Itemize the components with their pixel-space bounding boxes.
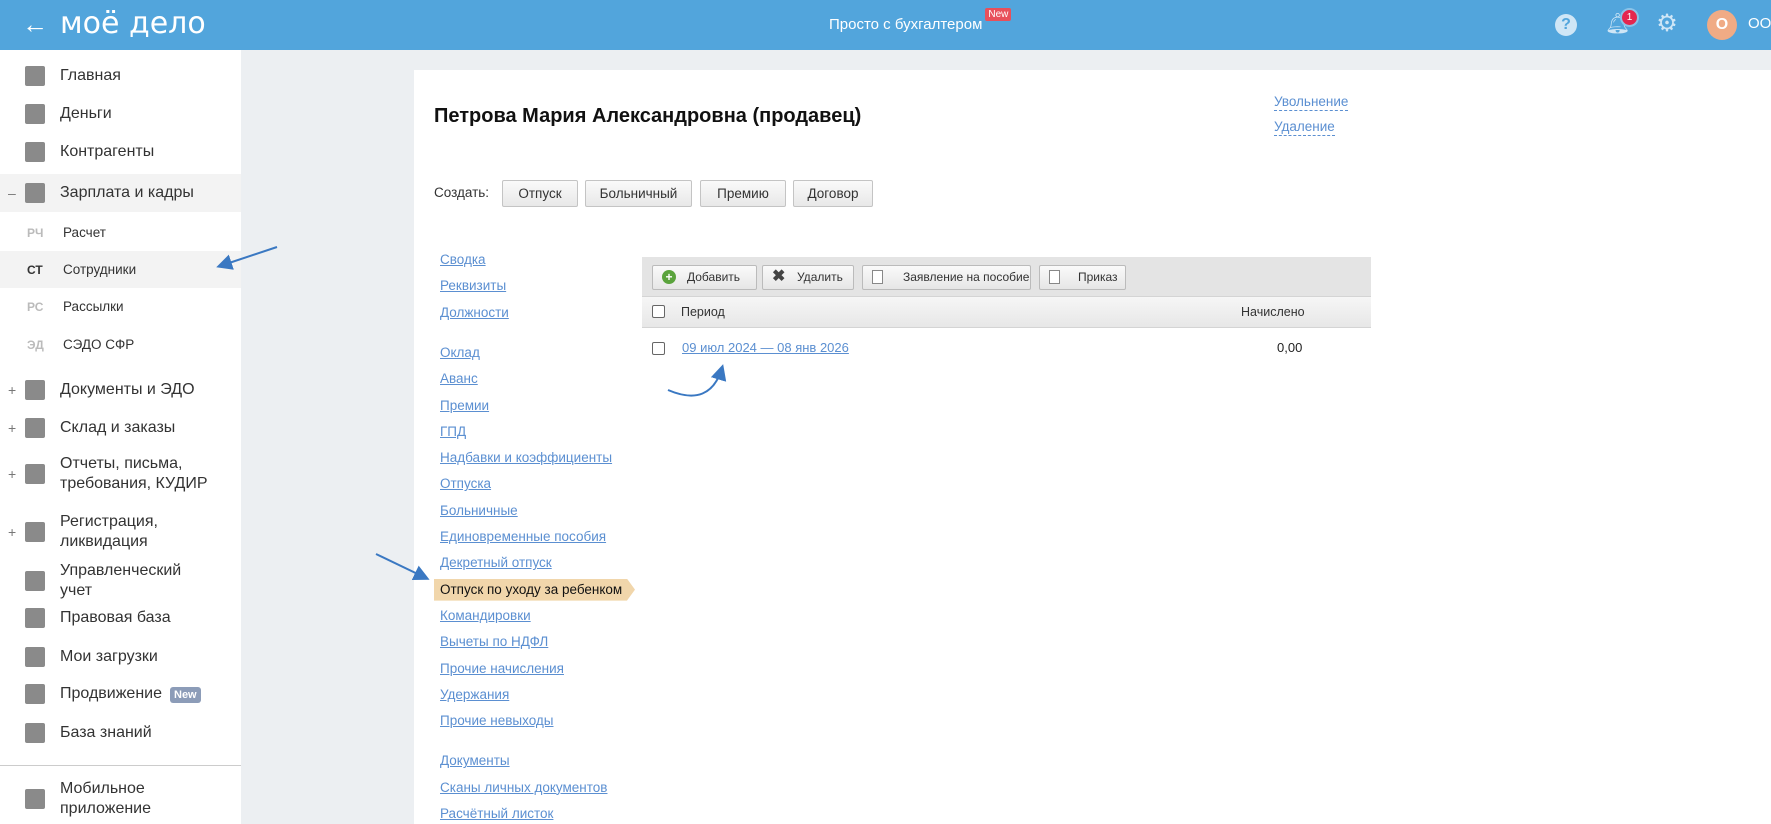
arrow-to-employees bbox=[216, 246, 278, 270]
annotation-arrows bbox=[216, 246, 727, 581]
arrow-to-parental-leave bbox=[375, 553, 430, 581]
arrow-to-period bbox=[667, 364, 727, 397]
